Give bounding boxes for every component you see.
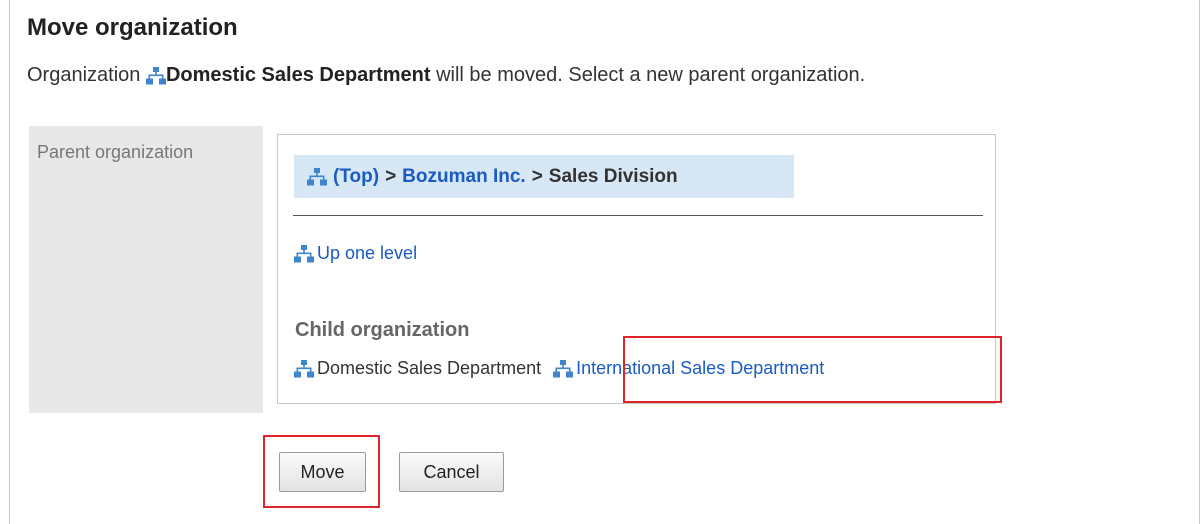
- breadcrumb: (Top) > Bozuman Inc. > Sales Division: [294, 155, 794, 198]
- description-prefix: Organization: [27, 64, 141, 86]
- page-title: Move organization: [27, 14, 238, 41]
- org-chart-icon: [294, 359, 314, 379]
- move-button[interactable]: Move: [279, 452, 366, 492]
- up-one-level-label[interactable]: Up one level: [317, 243, 417, 264]
- move-description: Organization Domestic Sales Department w…: [27, 64, 865, 87]
- org-chart-icon: [294, 244, 314, 264]
- parent-organization-label: Parent organization: [37, 142, 194, 162]
- child-organization-heading: Child organization: [295, 319, 470, 341]
- org-chart-icon: [145, 66, 166, 86]
- child-org-label: Domestic Sales Department: [317, 358, 542, 378]
- child-org-domestic: Domestic Sales Department: [294, 358, 541, 379]
- breadcrumb-separator: >: [385, 165, 397, 187]
- breadcrumb-current: Sales Division: [548, 165, 678, 187]
- up-one-level-link[interactable]: Up one level: [294, 243, 417, 264]
- org-chart-icon: [307, 167, 327, 187]
- breadcrumb-top-link[interactable]: (Top): [333, 166, 379, 188]
- divider: [293, 215, 983, 216]
- breadcrumb-separator: >: [531, 165, 543, 187]
- breadcrumb-bozuman-link[interactable]: Bozuman Inc.: [402, 166, 526, 188]
- moving-org-name: Domestic Sales Department: [165, 64, 431, 86]
- org-chart-icon: [553, 359, 574, 379]
- parent-organization-label-cell: Parent organization: [29, 126, 263, 413]
- cancel-button[interactable]: Cancel: [399, 452, 504, 492]
- description-suffix: will be moved. Select a new parent organ…: [436, 64, 866, 86]
- child-org-international-link[interactable]: International Sales Department: [553, 358, 824, 379]
- child-org-label[interactable]: International Sales Department: [576, 358, 824, 379]
- parent-organization-selector: (Top) > Bozuman Inc. > Sales Division Up…: [277, 134, 996, 404]
- child-organization-list: Domestic Sales Department International …: [294, 358, 824, 379]
